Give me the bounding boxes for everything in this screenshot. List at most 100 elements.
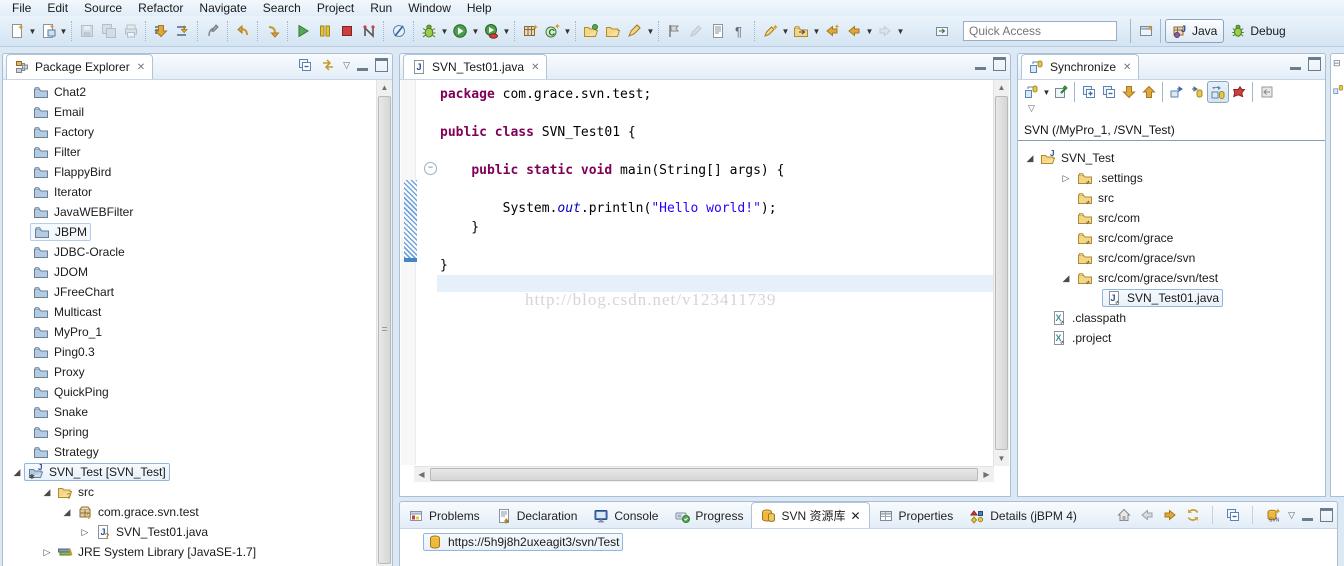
- repository-item[interactable]: https://5h9j8h2uxeagit3/svn/Test: [423, 533, 624, 551]
- forward-curve-icon[interactable]: [262, 20, 284, 42]
- new-icon-dropdown[interactable]: ▼: [28, 20, 37, 42]
- new-class-icon[interactable]: C ✦: [541, 20, 563, 42]
- resume-icon[interactable]: [292, 20, 314, 42]
- minimize-icon[interactable]: [975, 58, 986, 70]
- new-class-icon-dropdown[interactable]: ▼: [563, 20, 572, 42]
- last-edit-location-icon[interactable]: [202, 20, 224, 42]
- conflicts-mode-icon[interactable]: [1229, 82, 1249, 102]
- new-wizard-icon[interactable]: ✦: [37, 20, 59, 42]
- close-icon[interactable]: ✕: [137, 62, 145, 73]
- maximize-icon[interactable]: [1308, 57, 1321, 71]
- open-type-icon[interactable]: [580, 20, 602, 42]
- minimize-icon[interactable]: [1290, 58, 1301, 70]
- menu-search[interactable]: Search: [255, 0, 309, 16]
- incoming-mode-icon[interactable]: [1167, 82, 1187, 102]
- previous-change-icon[interactable]: [1139, 82, 1159, 102]
- back-icon[interactable]: [1139, 507, 1155, 523]
- view-menu-icon[interactable]: ▽: [343, 60, 350, 71]
- open-perspective-icon[interactable]: ✦: [1135, 20, 1157, 42]
- maximize-icon[interactable]: [1320, 508, 1333, 522]
- save-icon[interactable]: [76, 20, 98, 42]
- restore-pane-icon[interactable]: ⊟: [1333, 58, 1341, 69]
- tab-Progress[interactable]: Progress: [666, 503, 751, 528]
- toggle-build-icon[interactable]: [172, 20, 194, 42]
- new-repository-icon[interactable]: ✦ SVN: [1265, 507, 1281, 523]
- minimize-icon[interactable]: [1302, 509, 1313, 521]
- menu-run[interactable]: Run: [362, 0, 400, 16]
- collapsed-arrow-icon[interactable]: ▷: [42, 547, 52, 558]
- annotate-icon-dropdown[interactable]: ▼: [646, 20, 655, 42]
- profile-icon[interactable]: [358, 20, 380, 42]
- run-last-icon[interactable]: [480, 20, 502, 42]
- fast-view-icon[interactable]: [931, 20, 953, 42]
- show-whitespace-icon[interactable]: ¶: [729, 20, 751, 42]
- tab-Console[interactable]: Console: [585, 503, 666, 528]
- collapsed-arrow-icon[interactable]: ▷: [1061, 173, 1071, 184]
- editor-vscrollbar[interactable]: ▲ ▼: [993, 80, 1009, 466]
- home-icon[interactable]: [1116, 507, 1132, 523]
- build-all-icon[interactable]: [150, 20, 172, 42]
- maximize-icon[interactable]: [375, 58, 388, 72]
- maximize-icon[interactable]: [993, 57, 1006, 71]
- suspend-icon[interactable]: [314, 20, 336, 42]
- forward-nav-icon[interactable]: [874, 20, 896, 42]
- mark-occurrences-icon[interactable]: ✦: [759, 20, 781, 42]
- menu-project[interactable]: Project: [309, 0, 362, 16]
- tab-Problems[interactable]: Problems: [400, 503, 488, 528]
- java-perspective-button[interactable]: J Java: [1165, 19, 1225, 43]
- expanded-arrow-icon[interactable]: ◢: [1061, 273, 1071, 284]
- task-flag-icon[interactable]: [663, 20, 685, 42]
- annotate-icon[interactable]: [624, 20, 646, 42]
- save-all-icon[interactable]: [98, 20, 120, 42]
- minimize-icon[interactable]: [357, 59, 368, 71]
- expanded-arrow-icon[interactable]: ◢: [1025, 153, 1035, 164]
- new-icon[interactable]: ✦: [6, 20, 28, 42]
- close-icon[interactable]: ✕: [1123, 62, 1131, 73]
- link-with-editor-icon[interactable]: [790, 20, 812, 42]
- editor-tab[interactable]: J SVN_Test01.java ✕: [403, 54, 548, 79]
- next-change-icon[interactable]: [1119, 82, 1139, 102]
- close-icon[interactable]: ✕: [531, 62, 539, 73]
- update-icon[interactable]: [1257, 82, 1277, 102]
- debug-perspective-button[interactable]: Debug: [1224, 20, 1291, 42]
- tab-Properties[interactable]: Properties: [870, 503, 962, 528]
- code-text[interactable]: package com.grace.svn.test; public class…: [440, 85, 784, 294]
- expanded-arrow-icon[interactable]: ◢: [62, 507, 72, 518]
- back-nav-icon-dropdown[interactable]: ▼: [865, 20, 874, 42]
- debug-launch-icon[interactable]: [418, 20, 440, 42]
- view-menu-icon[interactable]: ▽: [1028, 103, 1035, 114]
- view-menu-icon[interactable]: ▽: [1288, 510, 1295, 521]
- expanded-arrow-icon[interactable]: ◢: [42, 487, 52, 498]
- package-explorer-scrollbar[interactable]: ▲: [376, 80, 392, 566]
- refresh-icon[interactable]: [1185, 507, 1201, 523]
- menu-edit[interactable]: Edit: [39, 0, 76, 16]
- menu-help[interactable]: Help: [459, 0, 500, 16]
- open-resource-icon[interactable]: [602, 20, 624, 42]
- synchronize-tab[interactable]: Synchronize ✕: [1021, 54, 1140, 79]
- link-with-editor-icon[interactable]: [320, 57, 336, 73]
- collapse-all-icon[interactable]: [297, 57, 313, 73]
- print-icon[interactable]: [120, 20, 142, 42]
- menu-source[interactable]: Source: [76, 0, 130, 16]
- collapsed-arrow-icon[interactable]: ▷: [80, 527, 90, 538]
- back-curve-icon[interactable]: [232, 20, 254, 42]
- menu-refactor[interactable]: Refactor: [130, 0, 191, 16]
- mark-occurrences-icon-dropdown[interactable]: ▼: [781, 20, 790, 42]
- close-icon[interactable]: ✕: [850, 509, 860, 523]
- forward-nav-icon-dropdown[interactable]: ▼: [896, 20, 905, 42]
- back-star-icon[interactable]: ✦: [821, 20, 843, 42]
- debug-launch-icon-dropdown[interactable]: ▼: [440, 20, 449, 42]
- menu-navigate[interactable]: Navigate: [191, 0, 254, 16]
- both-mode-icon[interactable]: [1207, 81, 1229, 103]
- fold-collapse-icon[interactable]: −: [424, 162, 437, 175]
- outgoing-mode-icon[interactable]: [1187, 82, 1207, 102]
- pin-icon[interactable]: [1051, 82, 1071, 102]
- synchronize-dropdown[interactable]: ▼: [1042, 81, 1051, 103]
- new-wizard-icon-dropdown[interactable]: ▼: [59, 20, 68, 42]
- link-with-editor-icon-dropdown[interactable]: ▼: [812, 20, 821, 42]
- forward-icon[interactable]: [1162, 507, 1178, 523]
- editor-hscrollbar[interactable]: ◀ ▶: [414, 466, 994, 482]
- synchronize-mini-icon[interactable]: [1333, 84, 1344, 95]
- collapse-all-icon[interactable]: [1225, 507, 1241, 523]
- synchronize-icon[interactable]: [1022, 82, 1042, 102]
